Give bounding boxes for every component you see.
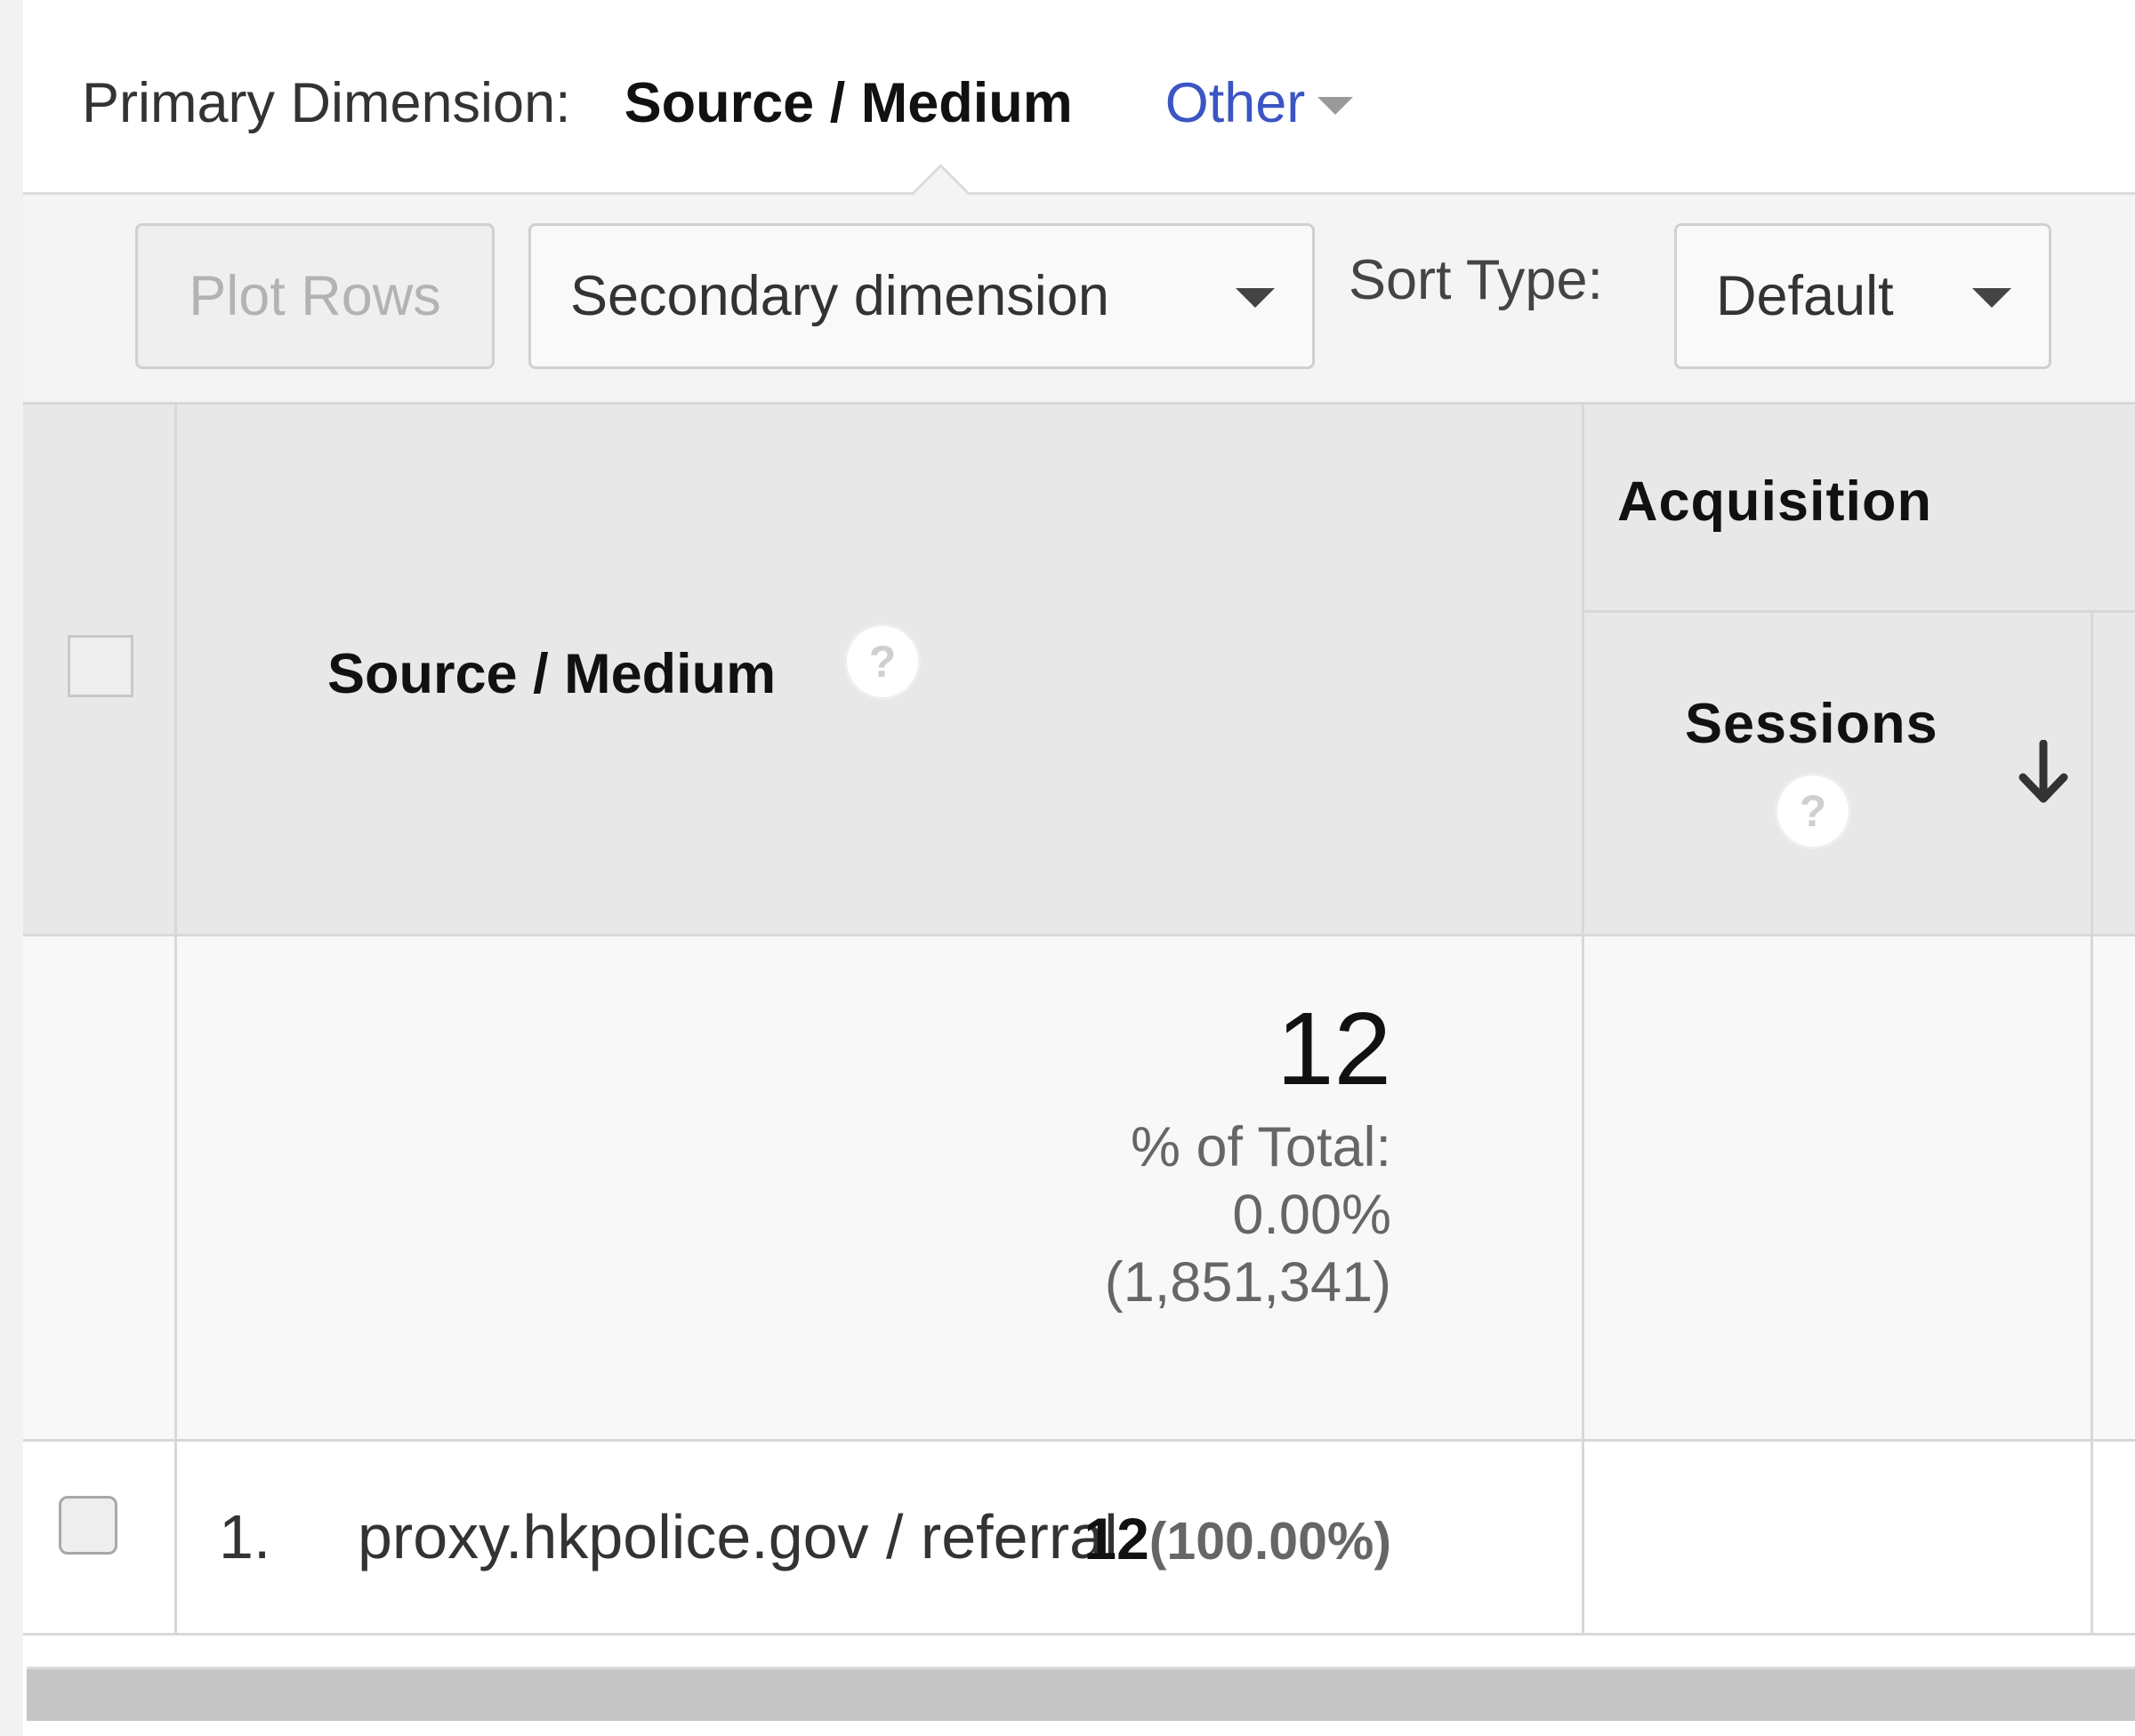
divider xyxy=(23,1633,2135,1636)
chevron-down-icon xyxy=(1317,97,1354,115)
divider xyxy=(174,402,177,1635)
totals-row xyxy=(23,936,2135,1441)
acquisition-group-header: Acquisition xyxy=(1617,470,1932,533)
divider xyxy=(1582,610,2135,613)
divider xyxy=(23,934,2135,936)
sessions-total-value: 12 xyxy=(1276,991,1391,1106)
divider xyxy=(23,1439,2135,1442)
primary-dimension-other-dropdown[interactable]: Other xyxy=(1165,71,1354,135)
data-table: Source / Medium ? Acquisition Sessions ?… xyxy=(23,402,2135,1636)
primary-dimension-source-medium[interactable]: Source / Medium xyxy=(624,71,1073,135)
caret-down-icon xyxy=(1972,288,2011,308)
source-medium-link[interactable]: proxy.hkpolice.gov / referral xyxy=(358,1501,1118,1572)
active-tab-pointer xyxy=(911,164,971,223)
plot-rows-button[interactable]: Plot Rows xyxy=(135,223,495,369)
horizontal-scrollbar[interactable] xyxy=(27,1667,2135,1721)
sort-type-label: Sort Type: xyxy=(1349,249,1603,311)
pct-of-total-label: % of Total: xyxy=(1130,1116,1391,1178)
sort-type-dropdown[interactable]: Default xyxy=(1674,223,2051,369)
primary-dimension-bar: Primary Dimension: Source / Medium Other xyxy=(82,62,1354,144)
table-toolbar: Plot Rows Secondary dimension Sort Type:… xyxy=(23,164,2135,405)
pct-of-total-value: 0.00% xyxy=(1232,1184,1391,1246)
secondary-dimension-label: Secondary dimension xyxy=(570,265,1109,327)
primary-dimension-label: Primary Dimension: xyxy=(82,72,571,134)
help-icon[interactable]: ? xyxy=(1777,776,1849,847)
divider xyxy=(1582,402,1584,1635)
sessions-total-summary: % of Total: 0.00% (1,851,341) xyxy=(1105,1113,1391,1316)
row-sessions-value: 12(100.00%) xyxy=(1084,1505,1391,1572)
caret-down-icon xyxy=(1236,288,1275,308)
row-index: 1. xyxy=(219,1502,271,1571)
sessions-column-header[interactable]: Sessions xyxy=(1685,692,1938,756)
secondary-dimension-dropdown[interactable]: Secondary dimension xyxy=(528,223,1315,369)
sessions-percent: (100.00%) xyxy=(1148,1512,1391,1571)
row-checkbox[interactable] xyxy=(59,1496,117,1555)
sessions-count: 12 xyxy=(1084,1506,1149,1571)
other-label: Other xyxy=(1164,72,1306,134)
divider xyxy=(2091,612,2093,1635)
left-edge-strip xyxy=(0,0,23,1736)
grand-total-value: (1,851,341) xyxy=(1104,1251,1391,1314)
select-all-checkbox[interactable] xyxy=(68,635,133,697)
sort-descending-arrow-icon[interactable] xyxy=(2016,740,2071,806)
divider xyxy=(23,402,2135,405)
sort-type-value: Default xyxy=(1716,265,1894,327)
help-icon[interactable]: ? xyxy=(847,626,918,697)
source-medium-column-header[interactable]: Source / Medium xyxy=(327,642,776,706)
